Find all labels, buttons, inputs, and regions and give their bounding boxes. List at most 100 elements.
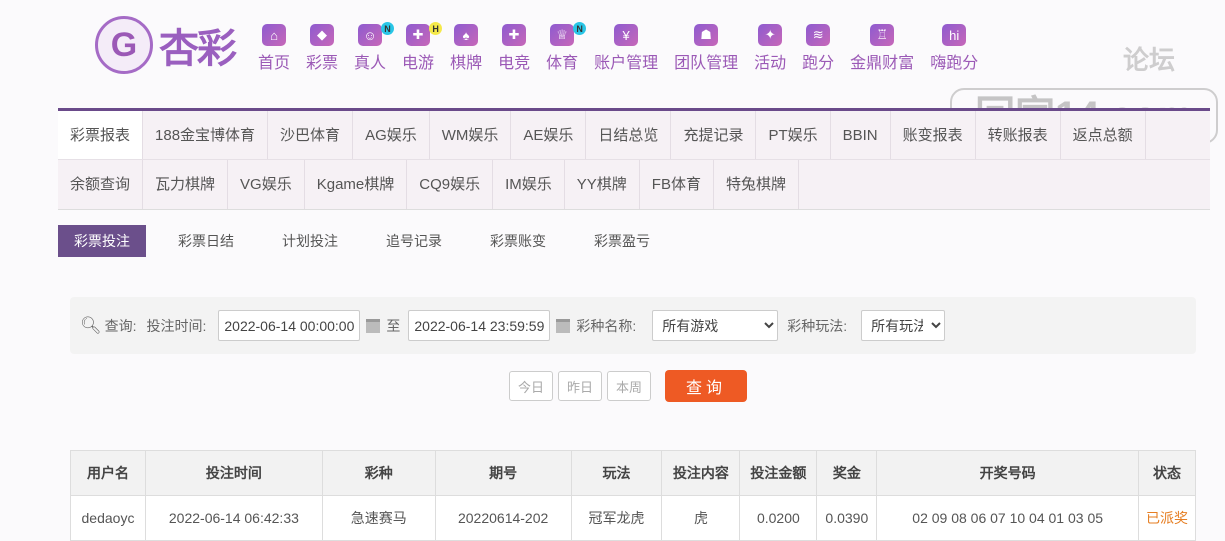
nav-item[interactable]: ♠ 棋牌 [450, 24, 482, 73]
nav-label: 跑分 [802, 55, 835, 72]
subtab[interactable]: 彩票账变 [474, 225, 562, 257]
tab[interactable]: Kgame棋牌 [305, 160, 408, 209]
nav-label: 棋牌 [450, 55, 483, 72]
table-cell: 已派奖 [1137, 495, 1197, 541]
column-header: 用户名 [70, 450, 146, 496]
yen-coin-icon: ¥ [614, 24, 639, 46]
dealer-icon: ☺ [358, 24, 383, 46]
query-label: 查询: [104, 317, 137, 334]
tab[interactable]: PT娱乐 [756, 111, 831, 159]
tab[interactable]: IM娱乐 [493, 160, 565, 209]
table-cell: 急速赛马 [321, 495, 436, 541]
tab[interactable]: 瓦力棋牌 [143, 160, 229, 209]
column-header: 玩法 [570, 450, 663, 496]
subtab[interactable]: 计划投注 [266, 225, 354, 257]
logo-text: 杏彩 [159, 27, 237, 71]
search-icon: 🔍︎ [80, 315, 102, 335]
tab[interactable]: WM娱乐 [430, 111, 512, 159]
tab[interactable]: 188金宝博体育 [143, 111, 269, 159]
table-cell: dedaoyc [70, 495, 146, 541]
search-button[interactable]: 查询 [665, 370, 747, 402]
nav-item[interactable]: ✚ 电竞 [498, 24, 530, 73]
to-label: 至 [386, 317, 401, 334]
ticket-icon: ◆ [310, 24, 335, 46]
nav-item[interactable]: ◆ 彩票 [306, 24, 338, 73]
column-header: 彩种 [321, 450, 436, 496]
table-cell: 0.0390 [816, 495, 878, 541]
tab[interactable]: AE娱乐 [511, 111, 587, 159]
subtab[interactable]: 彩票盈亏 [578, 225, 666, 257]
subtab[interactable]: 彩票投注 [58, 225, 146, 257]
end-time-input[interactable] [408, 310, 551, 341]
gamepad-icon: ✚ [502, 24, 527, 46]
nav-item[interactable]: ✚ H 电游 [402, 22, 443, 73]
logo[interactable]: G 杏彩 [95, 16, 237, 74]
header: G 杏彩 ⌂ 首页 ◆ 彩票 ☺ N 真人 ✚ H 电游 ♠ 棋牌 ✚ 电竞 ♕ N 体育 ¥ 账户管理 ☗ 团队管理 ✦… [0, 0, 1225, 144]
game-label: 彩种名称: [576, 317, 637, 334]
nav-item[interactable]: ≋ 跑分 [802, 24, 834, 73]
nav-item[interactable]: ¥ 账户管理 [594, 24, 658, 73]
column-header: 奖金 [816, 450, 878, 496]
tab[interactable]: VG娱乐 [228, 160, 305, 209]
tab[interactable]: 余额查询 [58, 160, 144, 209]
this-week-button[interactable]: 本周 [607, 371, 651, 401]
tab[interactable]: 账变报表 [891, 111, 976, 159]
yesterday-button[interactable]: 昨日 [558, 371, 602, 401]
home-icon: ⌂ [262, 24, 286, 46]
play-select[interactable]: 所有玩法 [861, 310, 946, 341]
column-header: 投注金额 [739, 450, 818, 496]
tab[interactable]: 沙巴体育 [268, 111, 354, 159]
badge: N [381, 22, 395, 35]
subtab[interactable]: 追号记录 [370, 225, 458, 257]
game-select[interactable]: 所有游戏 [652, 310, 779, 341]
play-label: 彩种玩法: [787, 317, 848, 334]
tab[interactable]: 日结总览 [586, 111, 672, 159]
nav-item[interactable]: ♖ 金鼎财富 [850, 24, 914, 73]
nav-label: 嗨跑分 [930, 55, 979, 72]
column-header: 状态 [1137, 450, 1197, 496]
tab[interactable]: 充提记录 [671, 111, 757, 159]
nav-label: 真人 [354, 55, 387, 72]
start-time-input[interactable] [218, 310, 361, 341]
calendar-icon[interactable] [556, 318, 571, 333]
subtab[interactable]: 彩票日结 [162, 225, 250, 257]
cards-icon: ♠ [454, 24, 479, 46]
nav-item[interactable]: ⌂ 首页 [258, 24, 290, 73]
column-header: 投注内容 [661, 450, 741, 496]
tab[interactable]: AG娱乐 [353, 111, 430, 159]
nav-label: 电竞 [498, 55, 531, 72]
quick-buttons: 今日 昨日 本周 查询 [509, 370, 747, 402]
table-cell: 虎 [661, 495, 741, 541]
nav-item[interactable]: ♕ N 体育 [546, 22, 587, 73]
nav-item[interactable]: ☺ N 真人 [354, 22, 395, 73]
nav-label: 金鼎财富 [850, 55, 915, 72]
column-header: 投注时间 [144, 450, 323, 496]
today-button[interactable]: 今日 [509, 371, 553, 401]
nav-label: 账户管理 [594, 55, 659, 72]
calendar-icon[interactable] [366, 318, 381, 333]
rhino-icon: ≋ [806, 24, 831, 46]
table-cell: 02 09 08 06 07 10 04 01 03 05 [876, 495, 1139, 541]
logo-mark: G [95, 16, 153, 74]
tab[interactable]: CQ9娱乐 [407, 160, 494, 209]
tab[interactable]: 转账报表 [976, 111, 1061, 159]
filter-bar: 🔍︎ 查询: 投注时间: 至 彩种名称: 所有游戏 彩种玩法: 所有玩法 [70, 297, 1196, 354]
tab[interactable]: FB体育 [640, 160, 714, 209]
hi-icon: hi [942, 24, 967, 46]
tab[interactable]: 返点总额 [1061, 111, 1146, 159]
time-label: 投注时间: [146, 317, 207, 334]
tab[interactable]: 特兔棋牌 [714, 160, 799, 209]
nav-label: 电游 [402, 55, 435, 72]
nav-label: 首页 [258, 55, 291, 72]
lottery-subtabs: 彩票投注 彩票日结 计划投注 追号记录 彩票账变 彩票盈亏 [58, 225, 682, 257]
nav-item[interactable]: hi 嗨跑分 [930, 24, 978, 73]
tab[interactable]: YY棋牌 [565, 160, 640, 209]
nav-item[interactable]: ✦ 活动 [754, 24, 786, 73]
table-cell: 冠军龙虎 [570, 495, 663, 541]
nav-label: 彩票 [306, 55, 339, 72]
watermark-text: 论坛 [1122, 45, 1175, 75]
tab[interactable]: BBIN [831, 111, 891, 159]
nav-item[interactable]: ☗ 团队管理 [674, 24, 738, 73]
tab[interactable]: 彩票报表 [58, 111, 144, 159]
trophy-icon: ♕ [550, 24, 575, 46]
